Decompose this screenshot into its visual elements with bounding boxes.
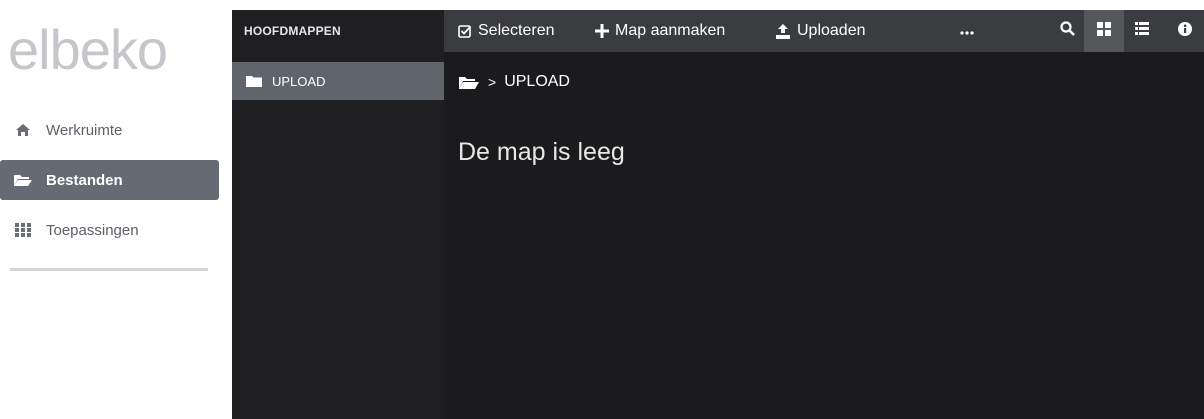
select-button[interactable]: Selecteren [458,10,555,52]
search-button[interactable] [1056,10,1078,52]
upload-icon [775,23,791,39]
grid-view-icon [1097,21,1111,41]
grid-view-button[interactable] [1084,10,1124,52]
list-view-icon [1135,22,1149,40]
upload-label: Uploaden [797,22,866,39]
toolbar: Selecteren Map aanmaken Uploaden [444,10,1204,52]
list-view-button[interactable] [1129,10,1155,52]
sidebar-item-label: Werkruimte [46,121,123,139]
tree-item-upload[interactable]: UPLOAD [232,62,444,100]
sidebar-item-bestanden[interactable]: Bestanden [0,160,219,200]
plus-icon [595,24,609,38]
folder-open-icon [12,173,34,187]
left-sidebar: elbeko Werkruimte Bestanden Toepassingen [0,0,232,419]
tree-header: HOOFDMAPPEN [244,24,341,38]
info-button[interactable] [1174,10,1196,52]
tree-item-label: UPLOAD [272,73,326,89]
breadcrumb-separator: > [488,74,497,90]
breadcrumb-current[interactable]: UPLOAD [504,73,570,91]
breadcrumb: > UPLOAD [458,70,570,94]
sidebar-item-label: Toepassingen [46,221,139,239]
folder-icon [246,75,262,87]
create-folder-button[interactable]: Map aanmaken [595,10,725,52]
folder-tree-panel: HOOFDMAPPEN UPLOAD [232,10,444,419]
search-icon [1059,21,1075,41]
brand-logo: elbeko [8,18,168,81]
empty-folder-message: De map is leeg [458,138,625,166]
sidebar-item-werkruimte[interactable]: Werkruimte [0,110,219,150]
create-folder-label: Map aanmaken [615,22,726,39]
info-icon [1178,21,1192,41]
sidebar-item-toepassingen[interactable]: Toepassingen [0,210,219,250]
select-label: Selecteren [478,22,555,39]
sidebar-divider [10,268,208,271]
more-button[interactable] [958,10,976,52]
upload-button[interactable]: Uploaden [775,10,866,52]
sidebar-item-label: Bestanden [46,171,123,189]
more-icon [960,22,974,40]
home-icon [12,123,34,137]
grid-apps-icon [12,223,34,237]
main-panel: Selecteren Map aanmaken Uploaden > UPLOA… [444,10,1204,419]
folder-open-icon[interactable] [458,75,480,90]
checkbox-edit-icon [458,24,472,38]
